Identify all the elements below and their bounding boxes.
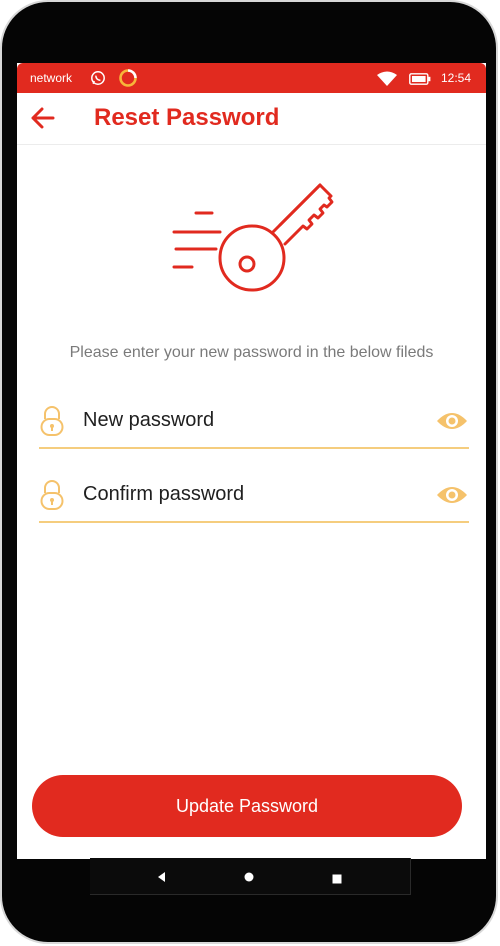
lock-icon [40,405,64,442]
phone-frame: network 12:54 Reset Password Please ente… [2,2,496,942]
recents-square-icon[interactable] [332,871,342,889]
lock-icon [40,479,64,516]
carrier-label: network [30,71,73,85]
ring-app-icon [118,68,138,93]
app-screen: network 12:54 Reset Password Please ente… [17,63,486,859]
confirm-password-input[interactable] [83,479,413,509]
whatsapp-icon [90,70,106,91]
wifi-icon [377,71,397,91]
back-button[interactable] [29,105,57,131]
new-password-input[interactable] [83,405,413,435]
android-nav-bar [90,858,411,895]
page-title: Reset Password [94,104,280,131]
eye-icon[interactable] [436,484,468,511]
back-triangle-icon[interactable] [156,870,166,888]
instructions-text: Please enter your new password in the be… [69,344,434,361]
battery-icon [409,72,431,90]
confirm-password-field [39,475,469,523]
app-bar: Reset Password [17,93,486,145]
status-bar: network 12:54 [17,63,486,93]
status-time: 12:54 [441,71,472,85]
home-circle-icon[interactable] [243,870,255,888]
key-icon [172,179,336,302]
new-password-field [39,401,469,449]
eye-icon[interactable] [436,410,468,437]
update-password-button[interactable]: Update Password [32,775,462,837]
arrow-left-icon [31,107,55,129]
